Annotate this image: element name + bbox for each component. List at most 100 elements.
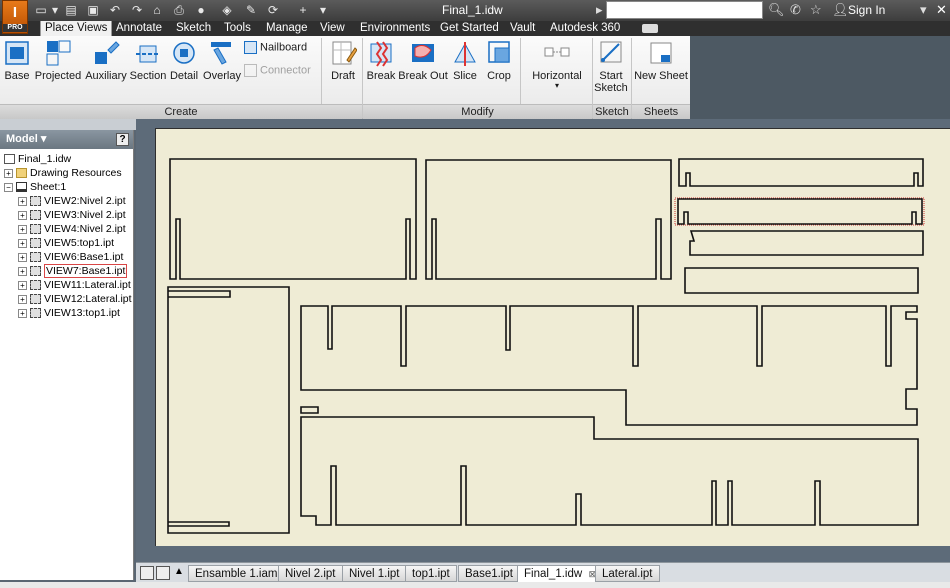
expand-icon[interactable]: + — [18, 210, 27, 220]
drawing-file-icon — [4, 154, 15, 165]
drawing-view-strip-2-selected[interactable] — [674, 197, 925, 226]
nailboard-button[interactable]: Nailboard — [244, 41, 314, 54]
browser-menu-chevron-icon[interactable]: ▾ — [38, 133, 47, 145]
tab-tools[interactable]: Tools — [220, 21, 255, 36]
doc-tab-ensamble[interactable]: Ensamble 1.iam — [188, 565, 285, 582]
measure-icon[interactable]: ✎ — [244, 3, 258, 18]
communication-center-icon[interactable]: ✆ — [790, 2, 801, 18]
expand-icon[interactable]: + — [18, 266, 27, 276]
break-button[interactable]: Break — [366, 38, 396, 82]
plus-icon[interactable]: + — [296, 3, 310, 18]
tab-manage[interactable]: Manage — [262, 21, 312, 36]
document-tab-bar: ▲ Ensamble 1.iam Nivel 2.ipt Nivel 1.ipt… — [136, 562, 950, 582]
drawing-view-strip-1[interactable] — [678, 158, 924, 187]
tree-item-view[interactable]: + VIEW6:Base1.ipt — [18, 250, 123, 264]
expand-icon[interactable]: + — [18, 308, 27, 318]
print-icon[interactable]: ⎙ — [172, 3, 186, 18]
open-file-icon[interactable]: ▤ — [64, 3, 78, 18]
doc-tab-nivel-1[interactable]: Nivel 1.ipt — [342, 565, 407, 582]
collapse-icon[interactable]: − — [4, 182, 13, 192]
sign-in-link[interactable]: Sign In — [848, 3, 885, 17]
tree-item-root[interactable]: Final_1.idw — [4, 152, 71, 166]
expand-icon[interactable]: + — [18, 196, 27, 206]
horizontal-align-button[interactable]: Horizontal ▾ — [526, 38, 588, 90]
tab-place-views[interactable]: Place Views — [40, 21, 113, 36]
cascade-windows-icon[interactable] — [156, 566, 170, 580]
doc-tab-lateral[interactable]: Lateral.ipt — [595, 565, 660, 582]
update-icon[interactable]: ⟳ — [266, 3, 280, 18]
drawing-view-strip-3[interactable] — [689, 230, 924, 256]
tab-environments[interactable]: Environments — [356, 21, 434, 36]
tree-item-view[interactable]: + VIEW3:Nivel 2.ipt — [18, 208, 126, 222]
tile-windows-icon[interactable] — [140, 566, 154, 580]
undo-icon[interactable]: ↶ — [108, 3, 122, 18]
expand-icon[interactable]: + — [4, 168, 13, 178]
search-expand-icon[interactable]: ▸ — [596, 2, 603, 18]
tab-get-started[interactable]: Get Started — [436, 21, 503, 36]
material-icon[interactable]: ● — [194, 3, 208, 18]
section-view-button[interactable]: Section — [129, 38, 167, 82]
tab-autodesk-360[interactable]: Autodesk 360 — [546, 21, 624, 36]
doc-tab-nivel-2[interactable]: Nivel 2.ipt — [278, 565, 343, 582]
nailboard-label: Nailboard — [260, 41, 308, 54]
redo-icon[interactable]: ↷ — [130, 3, 144, 18]
expand-icon[interactable]: + — [18, 238, 27, 248]
horizontal-dropdown-icon[interactable]: ▾ — [526, 82, 588, 90]
favorites-star-icon[interactable]: ☆ — [810, 2, 822, 18]
start-sketch-button[interactable]: Start Sketch — [594, 38, 628, 94]
drawing-sheet[interactable] — [155, 128, 950, 546]
tree-item-view[interactable]: + VIEW2:Nivel 2.ipt — [18, 194, 126, 208]
search-icon[interactable]: 🔍︎ — [768, 2, 785, 18]
ribbon-options-icon[interactable] — [642, 24, 658, 33]
drawing-view-panel-b[interactable] — [425, 159, 672, 280]
tab-list-up-icon[interactable]: ▲ — [174, 566, 184, 577]
projected-view-button[interactable]: Projected — [34, 38, 82, 82]
help-icon[interactable]: ? — [116, 133, 129, 146]
doc-tab-final-1[interactable]: Final_1.idw ⊠ — [517, 565, 602, 582]
expand-icon[interactable]: + — [18, 252, 27, 262]
tree-item-view[interactable]: + VIEW4:Nivel 2.ipt — [18, 222, 126, 236]
base-view-button[interactable]: Base — [2, 38, 32, 82]
expand-icon[interactable]: + — [18, 280, 27, 290]
new-file-icon[interactable]: ▭ — [34, 3, 48, 18]
tab-annotate[interactable]: Annotate — [112, 21, 166, 36]
draft-view-button[interactable]: Draft — [326, 38, 360, 82]
tree-item-view[interactable]: + VIEW5:top1.ipt — [18, 236, 114, 250]
doc-tab-base1[interactable]: Base1.ipt — [458, 565, 520, 582]
tree-item-view-selected[interactable]: + VIEW7:Base1.ipt — [18, 264, 128, 278]
slice-button[interactable]: Slice — [450, 38, 480, 82]
tree-item-sheet[interactable]: − Sheet:1 — [4, 180, 66, 194]
tab-vault[interactable]: Vault — [506, 21, 539, 36]
doc-tab-top1[interactable]: top1.ipt — [405, 565, 457, 582]
drawing-view-icon — [30, 196, 41, 207]
drawing-view-strip-4[interactable] — [684, 267, 919, 294]
expand-icon[interactable]: + — [18, 224, 27, 234]
expand-icon[interactable]: + — [18, 294, 27, 304]
break-out-button[interactable]: Break Out — [398, 38, 448, 82]
dropdown-icon[interactable]: ▾ — [50, 3, 60, 18]
drawing-view-tall-panel[interactable] — [167, 286, 290, 534]
tree-item-drawing-resources[interactable]: + Drawing Resources — [4, 166, 122, 180]
detail-view-button[interactable]: Detail — [168, 38, 200, 82]
tree-item-label: VIEW6:Base1.ipt — [44, 251, 124, 263]
auxiliary-view-button[interactable]: Auxiliary — [84, 38, 128, 82]
tree-item-view[interactable]: + VIEW11:Lateral.ipt — [18, 278, 131, 292]
save-icon[interactable]: ▣ — [86, 3, 100, 18]
sign-in-dropdown-icon[interactable]: ▾ — [920, 2, 927, 18]
help-search-input[interactable] — [606, 1, 763, 19]
tab-view[interactable]: View — [316, 21, 349, 36]
crop-button[interactable]: Crop — [484, 38, 514, 82]
new-sheet-button[interactable]: New Sheet — [633, 38, 689, 82]
appearance-icon[interactable]: ◈ — [220, 3, 234, 18]
browser-header[interactable]: Model ▾ ? — [0, 130, 133, 149]
tab-sketch[interactable]: Sketch — [172, 21, 215, 36]
tree-item-view[interactable]: + VIEW13:top1.ipt — [18, 306, 120, 320]
close-icon[interactable]: ✕ — [936, 2, 947, 18]
drawing-view-panel-a[interactable] — [169, 158, 417, 280]
overlay-view-button[interactable]: Overlay — [202, 38, 242, 82]
customize-quick-access-icon[interactable]: ▾ — [318, 3, 328, 18]
tree-item-view[interactable]: + VIEW12:Lateral.ipt — [18, 292, 132, 306]
home-icon[interactable]: ⌂ — [150, 3, 164, 18]
drawing-view-base-top[interactable] — [300, 305, 918, 426]
application-menu-button[interactable]: I PRO — [2, 0, 28, 34]
